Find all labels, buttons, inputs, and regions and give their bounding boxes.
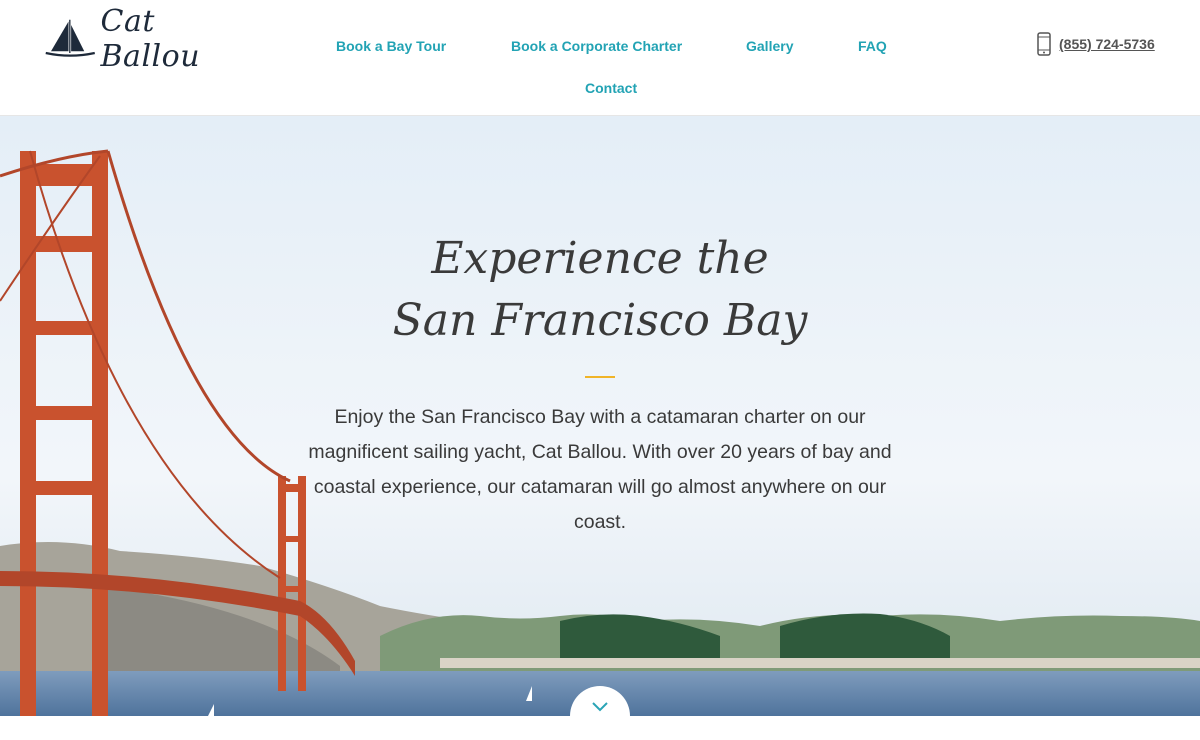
nav-gallery[interactable]: Gallery: [746, 38, 793, 54]
hero-description: Enjoy the San Francisco Bay with a catam…: [308, 406, 892, 533]
nav-book-bay-tour[interactable]: Book a Bay Tour: [336, 38, 446, 54]
phone-link[interactable]: (855) 724-5736: [1036, 32, 1155, 56]
mobile-phone-icon: [1037, 32, 1051, 56]
hero-title-line1: Experience the: [431, 233, 769, 284]
main-nav: Book a Bay Tour Book a Corporate Charter…: [300, 28, 920, 108]
scroll-down-button[interactable]: [570, 686, 630, 740]
logo-link[interactable]: Cat Ballou: [44, 4, 244, 74]
sailboat-icon: [45, 19, 95, 57]
phone-number: (855) 724-5736: [1059, 36, 1155, 52]
hero-divider: [585, 376, 615, 378]
nav-faq[interactable]: FAQ: [858, 38, 887, 54]
hero-content: Experience the San Francisco Bay Enjoy t…: [300, 228, 900, 540]
nav-contact[interactable]: Contact: [585, 80, 637, 96]
brand-name: Cat Ballou: [100, 4, 201, 74]
nav-book-corporate-charter[interactable]: Book a Corporate Charter: [511, 38, 682, 54]
hero-title: Experience the San Francisco Bay: [300, 228, 900, 352]
chevron-down-icon: [592, 702, 608, 712]
site-header: Cat Ballou Book a Bay Tour Book a Corpor…: [0, 0, 1200, 116]
hero-section: Experience the San Francisco Bay Enjoy t…: [0, 116, 1200, 716]
hero-title-line2: San Francisco Bay: [392, 295, 808, 346]
